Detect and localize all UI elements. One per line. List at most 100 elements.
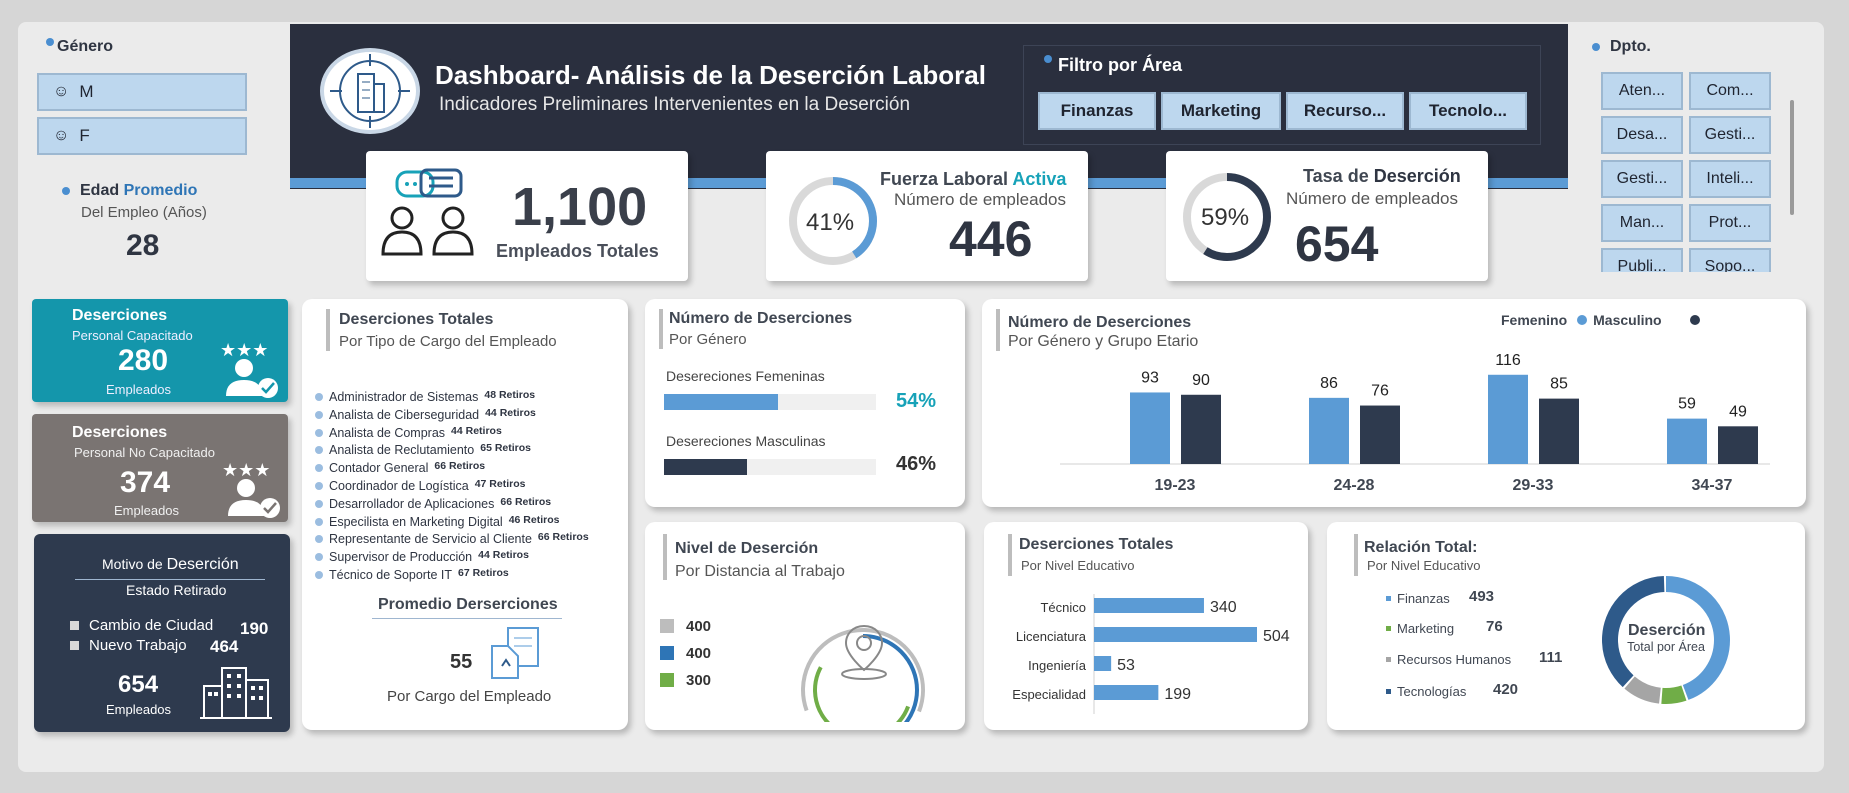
area-legend-label: Finanzas <box>1397 591 1450 606</box>
edu-chart-subtitle: Por Nivel Educativo <box>1021 558 1135 573</box>
role-item: Analista de Compras 44 Retiros <box>315 424 502 440</box>
area-rel-center-title: Deserción <box>1628 622 1706 639</box>
age-bar <box>1488 374 1528 464</box>
by-role-title: Deserciones Totales <box>339 311 494 328</box>
area-rel-accent <box>1354 534 1358 576</box>
role-bullet <box>315 482 323 490</box>
dept-option[interactable]: Aten... <box>1601 72 1683 110</box>
distance-legend-swatch <box>660 673 674 687</box>
role-bullet <box>315 393 323 401</box>
age-chart-legend: Femenino Masculino <box>1501 312 1700 328</box>
age-bar-chart: 93 90 19-23 86 76 24-28 116 85 29-33 59 49 34-37 <box>1060 352 1770 494</box>
distance-accent <box>663 534 667 580</box>
legend-male: Masculino <box>1593 312 1662 328</box>
area-filter-tecnologia[interactable]: Tecnolo... <box>1409 92 1527 130</box>
dept-option[interactable]: Man... <box>1601 204 1683 242</box>
role-item: Representante de Servicio al Cliente 66 R… <box>315 531 589 547</box>
svg-text:★★★: ★★★ <box>220 340 268 360</box>
gender-male-track <box>664 459 876 475</box>
role-item: Supervisor de Producción 44 Retiros <box>315 549 529 565</box>
location-pin-icon <box>841 624 887 680</box>
role-item: Analista de Reclutamiento 65 Retiros <box>315 442 531 457</box>
kpi-rate-value: 654 <box>1295 216 1379 272</box>
role-value: 44 Retiros <box>485 406 536 419</box>
area-legend-item: Marketing <box>1386 621 1454 636</box>
area-filter-finanzas[interactable]: Finanzas <box>1038 92 1156 130</box>
page-title: Dashboard- Análisis de la Deserción Labo… <box>435 60 986 90</box>
gender-female-pct: 54% <box>896 390 937 412</box>
role-label: Especilista en Marketing Digital <box>329 514 503 529</box>
reason-item-city: Cambio de Ciudad <box>70 617 213 634</box>
gender-female-track <box>664 394 876 410</box>
age-chart-title: Número de Deserciones <box>1008 314 1192 331</box>
edu-chart-accent <box>1008 534 1012 576</box>
area-filter-recursos[interactable]: Recurso... <box>1286 92 1404 130</box>
gender-male-label: Desereciones Masculinas <box>666 433 826 449</box>
dept-option[interactable]: Gesti... <box>1689 116 1771 154</box>
role-value: 46 Retiros <box>508 513 560 526</box>
trained-value: 280 <box>118 344 169 377</box>
area-legend-item: Recursos Humanos <box>1386 652 1511 667</box>
role-bullet <box>315 464 323 473</box>
edu-bar <box>1094 598 1204 613</box>
untrained-unit: Empleados <box>114 503 180 518</box>
distance-legend-swatch <box>660 619 674 633</box>
untrained-subtitle: Personal No Capacitado <box>74 445 215 460</box>
reason-item-job: Nuevo Trabajo <box>70 637 187 654</box>
gender-option-f[interactable]: ☺ F <box>37 117 247 155</box>
age-bar-label: 85 <box>1550 376 1568 393</box>
area-legend-value: 493 <box>1469 588 1495 605</box>
role-value: 44 Retiros <box>451 424 502 437</box>
kpi-active-pct: 41% <box>806 209 855 236</box>
distance-legend-value: 300 <box>686 672 712 689</box>
age-bar <box>1309 397 1349 464</box>
role-bullet <box>315 428 323 437</box>
edu-bar-label: 340 <box>1210 599 1237 616</box>
role-bullet <box>315 571 323 579</box>
gender-slicer-title: Género <box>46 38 113 56</box>
area-filter-marketing[interactable]: Marketing <box>1161 92 1281 130</box>
edu-chart-title: Deserciones Totales <box>1019 536 1174 553</box>
age-bar <box>1360 405 1400 464</box>
avg-divider <box>372 618 562 619</box>
by-gender-title: Número de Deserciones <box>669 310 853 327</box>
age-chart-subtitle: Por Género y Grupo Etario <box>1008 333 1199 350</box>
age-bar <box>1718 426 1758 464</box>
avg-value: 55 <box>450 651 473 673</box>
role-bullet <box>315 553 323 562</box>
age-subtitle: Del Empleo (Años) <box>81 204 207 221</box>
dept-option[interactable]: Sopo... <box>1689 248 1771 272</box>
dept-option[interactable]: Com... <box>1689 72 1771 110</box>
legend-male-swatch <box>1689 315 1700 325</box>
role-bullet <box>315 499 323 508</box>
dept-scrollbar[interactable] <box>1790 100 1794 215</box>
role-item: Técnico de Soporte IT 67 Retiros <box>315 567 509 582</box>
dept-option[interactable]: Prot... <box>1689 204 1771 242</box>
age-tick-label: 34-37 <box>1692 477 1733 494</box>
gender-option-m[interactable]: ☺ M <box>37 73 247 111</box>
role-label: Supervisor de Producción <box>329 550 473 565</box>
role-item: Administrador de Sistemas 48 Retiros <box>315 389 535 404</box>
area-legend-item: Tecnologías <box>1386 684 1466 699</box>
area-legend-swatch <box>1386 689 1391 694</box>
legend-female: Femenino <box>1501 312 1568 328</box>
area-legend-item: Finanzas <box>1386 591 1450 606</box>
dept-option[interactable]: Desa... <box>1601 116 1683 154</box>
age-bar-label: 76 <box>1371 383 1389 400</box>
dept-option[interactable]: Gesti... <box>1601 160 1683 198</box>
distance-title: Nivel de Deserción <box>675 540 819 557</box>
dept-option[interactable]: Inteli... <box>1689 160 1771 198</box>
area-legend-label: Recursos Humanos <box>1397 652 1512 667</box>
dept-option[interactable]: Publi... <box>1601 248 1683 272</box>
reason-title: Motivo de Deserción <box>102 556 239 573</box>
edu-bar-label: 199 <box>1164 686 1191 703</box>
reason-item-job-value: 464 <box>210 637 239 656</box>
area-legend-value: 111 <box>1539 649 1563 666</box>
role-label: Representante de Servicio al Cliente <box>329 532 532 547</box>
reason-unit: Empleados <box>106 702 172 717</box>
role-label: Administrador de Sistemas <box>329 390 479 404</box>
area-rel-center-sub: Total por Área <box>1627 640 1705 654</box>
building-logo-icon <box>320 48 420 134</box>
documents-icon <box>491 627 539 679</box>
distance-legend-item: 300 <box>660 672 711 689</box>
